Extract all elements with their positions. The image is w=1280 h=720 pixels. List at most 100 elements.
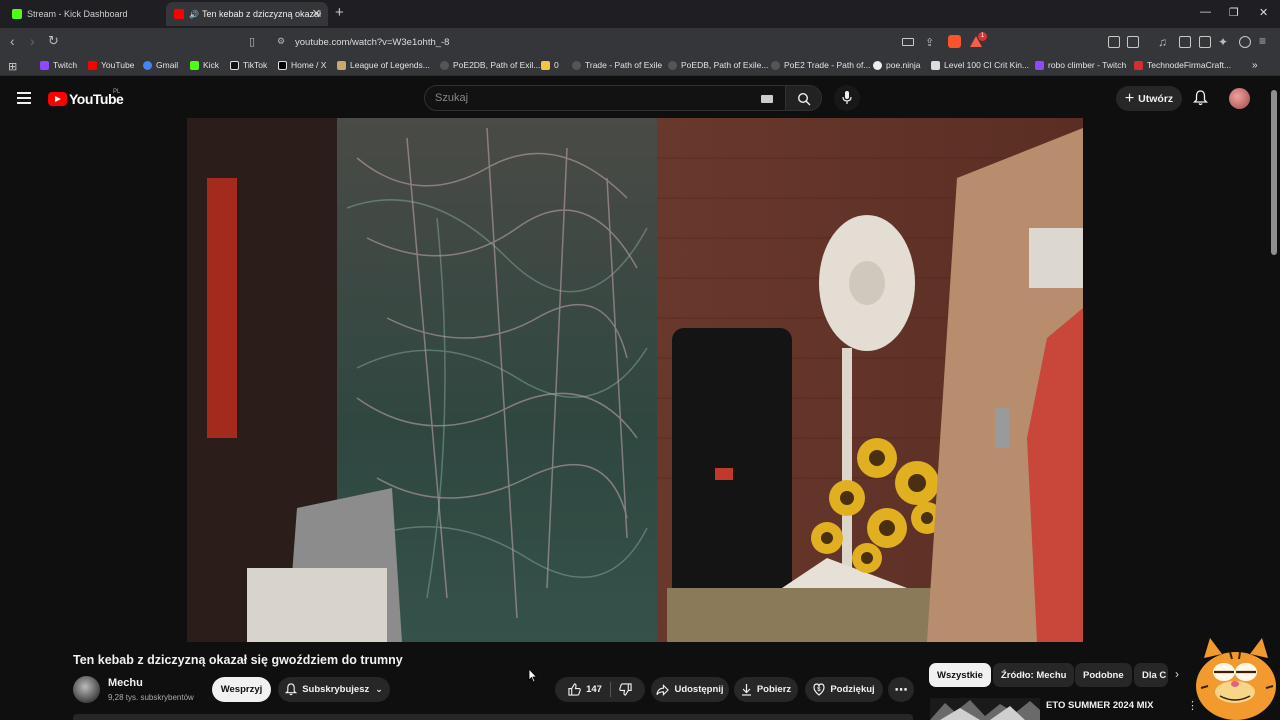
- bookmark-poe2-trade[interactable]: PoE2 Trade - Path of...: [771, 60, 870, 70]
- download-button[interactable]: Pobierz: [734, 677, 798, 702]
- channel-name[interactable]: Mechu: [108, 677, 143, 689]
- bookmark-page-icon[interactable]: ▯: [249, 35, 255, 49]
- bookmark-label: 0: [554, 60, 559, 70]
- share-icon: [656, 683, 670, 696]
- chevron-right-icon[interactable]: ›: [1175, 667, 1179, 681]
- bookmark-robo-climber[interactable]: robo climber - Twitch: [1035, 60, 1126, 70]
- leo-ai-icon[interactable]: ✦: [1218, 35, 1228, 49]
- twitch-icon: [40, 60, 49, 70]
- poe-icon: [440, 60, 449, 70]
- url-field[interactable]: ⚙ youtube.com/watch?v=W3e1ohth_-8: [272, 32, 972, 52]
- close-tab-icon[interactable]: ✕: [312, 7, 321, 20]
- search-button[interactable]: [786, 85, 822, 111]
- close-window-icon[interactable]: ✕: [1259, 6, 1268, 19]
- bookmark-folder[interactable]: 0: [541, 60, 559, 70]
- share-page-icon[interactable]: ⇪: [925, 36, 934, 50]
- thanks-button[interactable]: $ Podziękuj: [805, 677, 883, 702]
- bookmark-level100[interactable]: Level 100 CI Crit Kin...: [931, 60, 1029, 70]
- bookmark-youtube[interactable]: YouTube: [88, 60, 134, 70]
- google-icon: [143, 60, 152, 70]
- share-button[interactable]: Udostępnij: [651, 677, 729, 702]
- tab-youtube-video[interactable]: 🔊 Ten kebab z dziczyzną okazał ✕: [166, 2, 328, 26]
- site-info-icon[interactable]: ⚙: [277, 36, 285, 47]
- chip-all[interactable]: Wszystkie: [929, 663, 991, 687]
- support-button[interactable]: Wesprzyj: [212, 677, 271, 702]
- ninja-icon: [873, 60, 882, 70]
- bookmark-lol[interactable]: League of Legends...: [337, 60, 430, 70]
- notifications-bell-icon[interactable]: [1193, 90, 1208, 106]
- super-thanks-icon: $: [813, 683, 825, 696]
- back-icon[interactable]: ‹: [10, 34, 15, 48]
- apps-icon[interactable]: ⊞: [8, 60, 17, 73]
- download-label: Pobierz: [756, 684, 792, 695]
- menu-icon[interactable]: ≡: [1259, 34, 1266, 48]
- speaker-icon[interactable]: 🔊: [189, 10, 199, 19]
- svg-text:$: $: [818, 687, 822, 693]
- bookmark-poe-trade[interactable]: Trade - Path of Exile: [572, 60, 662, 70]
- restore-icon[interactable]: ❐: [1229, 6, 1239, 19]
- subscribed-button[interactable]: Subskrybujesz ⌄: [278, 677, 390, 702]
- bookmark-label: YouTube: [101, 60, 135, 70]
- like-count: 147: [586, 684, 602, 695]
- reload-icon[interactable]: ↻: [48, 34, 59, 48]
- keyboard-icon[interactable]: [761, 95, 773, 103]
- search-input[interactable]: Szukaj: [435, 92, 468, 104]
- url-text: youtube.com/watch?v=W3e1ohth_-8: [295, 37, 450, 48]
- extensions-icon[interactable]: [1108, 36, 1120, 48]
- sidebar-toggle-icon[interactable]: [1179, 36, 1191, 48]
- dislike-button[interactable]: [619, 683, 632, 696]
- media-icon[interactable]: ♫: [1158, 35, 1167, 49]
- video-player[interactable]: [187, 118, 1083, 642]
- create-button[interactable]: + Utwórz: [1116, 86, 1182, 111]
- more-actions-button[interactable]: ⋯: [888, 677, 914, 702]
- new-tab-button[interactable]: +: [335, 5, 344, 21]
- cast-icon[interactable]: [902, 38, 914, 46]
- recommendation-title[interactable]: ETO SUMMER 2024 MIX: [1046, 700, 1154, 711]
- guide-menu-icon[interactable]: [17, 92, 31, 107]
- recommendation-thumbnail[interactable]: [930, 698, 1040, 720]
- chevron-down-icon: ⌄: [375, 684, 383, 694]
- poe-icon: [572, 60, 581, 70]
- bookmark-kick[interactable]: Kick: [190, 60, 219, 70]
- chip-label: Podobne: [1083, 669, 1124, 681]
- minimize-icon[interactable]: —: [1200, 6, 1211, 18]
- chip-related[interactable]: Podobne: [1075, 663, 1132, 687]
- like-button[interactable]: [568, 683, 581, 696]
- bookmark-poe2db[interactable]: PoE2DB, Path of Exil...: [440, 60, 540, 70]
- voice-search-button[interactable]: [834, 85, 860, 111]
- bookmark-x[interactable]: Home / X: [278, 60, 326, 70]
- bell-icon: [285, 683, 298, 696]
- wallet-panel-icon[interactable]: [1199, 36, 1211, 48]
- search-box[interactable]: Szukaj: [424, 85, 786, 111]
- bookmark-twitch[interactable]: Twitch: [40, 60, 77, 70]
- channel-avatar[interactable]: [73, 676, 100, 703]
- brave-shield-icon[interactable]: [948, 35, 961, 48]
- vpn-icon[interactable]: [1239, 36, 1251, 48]
- rewards-badge: 1: [978, 32, 987, 41]
- bookmark-poedb[interactable]: PoEDB, Path of Exile...: [668, 60, 768, 70]
- description-box[interactable]: [73, 714, 913, 720]
- page-scrollbar[interactable]: [1271, 90, 1277, 255]
- youtube-header: YouTube PL Szukaj + Utwórz: [0, 77, 1280, 120]
- bookmark-poe-ninja[interactable]: poe.ninja: [873, 60, 921, 70]
- chip-from-channel[interactable]: Źródło: Mechu: [993, 663, 1075, 687]
- bookmark-tfc[interactable]: TechnodeFirmaCraft...: [1134, 60, 1231, 70]
- bookmark-tiktok[interactable]: TikTok: [230, 60, 267, 70]
- kick-icon: [190, 60, 199, 70]
- tab-kick-dashboard[interactable]: Stream - Kick Dashboard: [4, 2, 164, 26]
- bookmark-label: Kick: [203, 60, 220, 70]
- thumbs-down-icon: [619, 683, 632, 696]
- mic-icon: [842, 91, 852, 104]
- bookmark-gmail[interactable]: Gmail: [143, 60, 178, 70]
- forward-icon[interactable]: ›: [30, 34, 35, 48]
- plus-icon: +: [1124, 89, 1135, 107]
- kick-icon: [12, 9, 22, 19]
- wallet-icon[interactable]: [1127, 36, 1139, 48]
- create-label: Utwórz: [1138, 92, 1174, 105]
- search-icon: [797, 92, 811, 106]
- more-bookmarks-icon[interactable]: »: [1252, 60, 1258, 71]
- bookmark-label: PoE2 Trade - Path of...: [784, 60, 871, 70]
- garfield-sticker-icon: [1196, 638, 1276, 720]
- account-avatar[interactable]: [1229, 88, 1250, 109]
- chip-for-you[interactable]: Dla C: [1134, 663, 1168, 687]
